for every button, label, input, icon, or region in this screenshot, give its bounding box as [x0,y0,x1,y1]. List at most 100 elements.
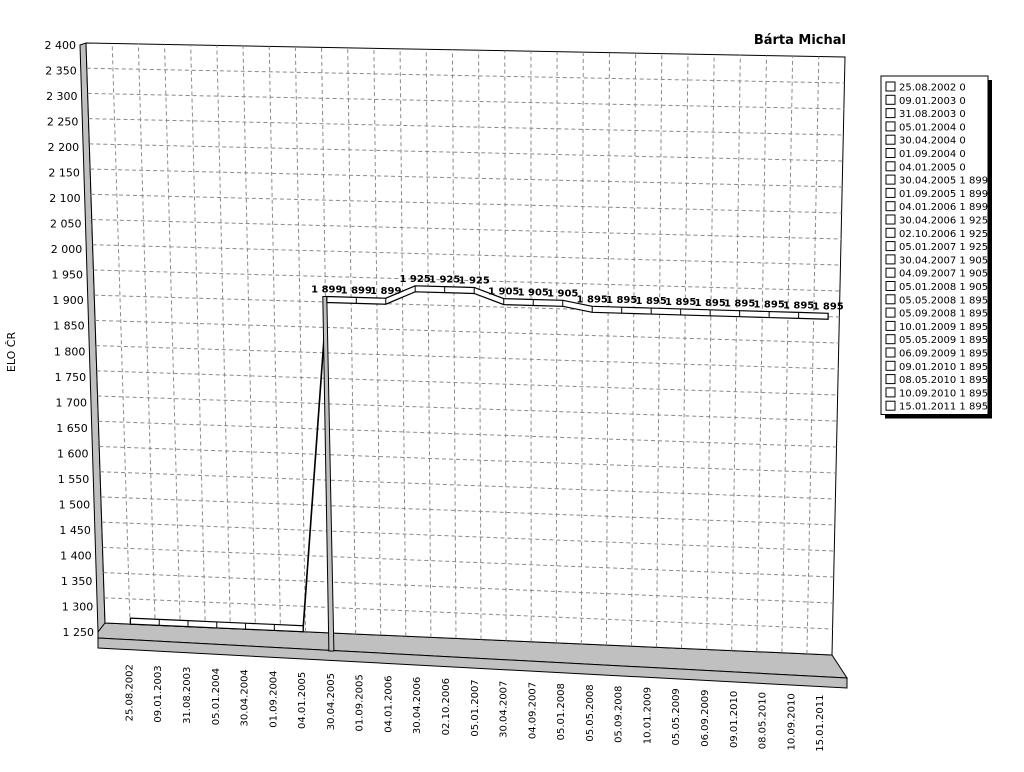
data-label: 1 895 [665,297,696,308]
legend-swatch [886,295,895,304]
elo-chart-svg: 2 400 2 350 2 300 2 250 2 200 2 150 2 100 2 050… [0,0,1024,768]
x-tick-label: 30.04.2007 [499,681,510,738]
data-label: 1 899 [311,284,342,295]
y-tick-label: 2 050 [50,218,82,231]
legend-entry: 08.05.2010 1 895 [899,375,988,386]
data-label: 1 895 [812,301,843,312]
x-tick-label: 05.05.2009 [671,688,682,745]
x-tick-label: 09.01.2003 [153,665,164,722]
y-tick-label: 2 150 [48,167,80,180]
legend-swatch [886,215,895,224]
x-tick-label: 02.10.2006 [441,678,452,735]
y-tick-label: 1 400 [60,549,92,562]
chart-title: Bárta Michal [754,33,846,48]
data-label: 1 895 [577,294,608,305]
x-tick-label: 04.09.2007 [527,682,538,739]
data-label: 1 905 [547,288,578,299]
data-label: 1 899 [341,285,372,296]
legend-swatch [886,135,895,144]
legend-entry: 15.01.2011 1 895 [899,402,988,413]
legend-swatch [886,95,895,104]
y-tick-label: 1 600 [57,447,89,460]
legend-entry: 05.01.2008 1 905 [899,282,988,293]
x-tick-label: 15.01.2011 [815,695,826,752]
legend-entry: 04.01.2005 0 [899,162,966,173]
elo-chart: 2 400 2 350 2 300 2 250 2 200 2 150 2 100 2 050… [0,0,1024,768]
x-tick-label: 10.01.2009 [642,687,653,744]
legend-swatch [886,162,895,171]
x-tick-label: 30.04.2004 [240,669,251,726]
legend-entry: 02.10.2006 1 925 [899,229,988,240]
data-label: 1 905 [518,287,549,298]
data-label: 1 895 [724,299,755,310]
legend-swatch [886,188,895,197]
legend-entry: 30.04.2004 0 [899,136,966,147]
data-label: 1 905 [488,287,519,298]
data-label: 1 925 [459,275,490,286]
y-tick-label: 2 100 [49,192,81,205]
y-axis-title: ELO ČR [5,332,18,373]
x-tick-label: 08.05.2010 [758,692,769,749]
legend-swatch [886,242,895,251]
legend-swatch [886,175,895,184]
legend-entry: 05.01.2004 0 [899,122,966,133]
legend-swatch [886,335,895,344]
x-tick-label: 30.04.2006 [412,677,423,734]
y-tick-label: 1 350 [61,575,93,588]
y-tick-label: 2 250 [47,116,79,129]
data-label: 1 895 [783,300,814,311]
legend-swatch [886,401,895,410]
legend-swatch [886,122,895,131]
data-label: 1 895 [636,296,667,307]
y-tick-label: 1 900 [52,294,84,307]
data-label: 1 925 [429,275,460,286]
data-label: 1 925 [399,274,430,285]
x-tick-label: 01.09.2005 [355,674,366,731]
x-tick-label: 05.01.2004 [211,668,222,725]
data-label: 1 895 [606,295,637,306]
legend-entry: 05.05.2008 1 895 [899,295,988,306]
legend-swatch [886,202,895,211]
data-label: 1 895 [695,298,726,309]
y-tick-label: 1 800 [54,345,86,358]
legend-swatch [886,228,895,237]
legend-swatch [886,149,895,158]
y-tick-label: 1 750 [55,371,87,384]
y-tick-label: 1 250 [63,626,95,639]
plot-back-wall [86,43,845,655]
legend-swatch [886,361,895,370]
x-tick-label: 05.01.2008 [556,683,567,740]
legend-entry: 05.09.2008 1 895 [899,309,988,320]
x-tick-label: 10.09.2010 [786,693,797,750]
x-tick-label: 04.01.2005 [297,672,308,729]
y-tick-label: 1 650 [56,422,88,435]
legend-swatch [886,268,895,277]
legend-entry: 04.09.2007 1 905 [899,269,988,280]
y-tick-label: 1 500 [59,498,91,511]
x-tick-label: 30.04.2005 [326,673,337,730]
x-tick-label: 09.01.2010 [729,691,740,748]
y-tick-label: 2 400 [45,39,77,52]
x-tick-label: 31.08.2003 [182,667,193,724]
x-tick-label: 05.05.2008 [585,684,596,741]
x-tick-label: 05.09.2008 [614,686,625,743]
legend-entry: 10.09.2010 1 895 [899,388,988,399]
data-label: 1 895 [753,300,784,311]
x-tick-label: 01.09.2004 [268,670,279,727]
data-label: 1 899 [370,286,401,297]
y-tick-label: 2 350 [45,65,77,78]
legend-swatch [886,321,895,330]
y-tick-label: 1 850 [53,320,85,333]
legend-entry: 10.01.2009 1 895 [899,322,988,333]
legend-entry: 06.09.2009 1 895 [899,349,988,360]
legend-entry: 30.04.2006 1 925 [899,216,988,227]
y-tick-label: 1 700 [55,396,87,409]
y-tick-label: 2 300 [46,90,78,103]
legend-entry: 05.01.2007 1 925 [899,242,988,253]
y-tick-label: 2 200 [48,141,80,154]
legend-entry: 09.01.2010 1 895 [899,362,988,373]
legend-swatch [886,255,895,264]
legend-entry: 25.08.2002 0 [899,83,966,94]
legend-swatch [886,82,895,91]
x-tick-label: 06.09.2009 [700,689,711,746]
